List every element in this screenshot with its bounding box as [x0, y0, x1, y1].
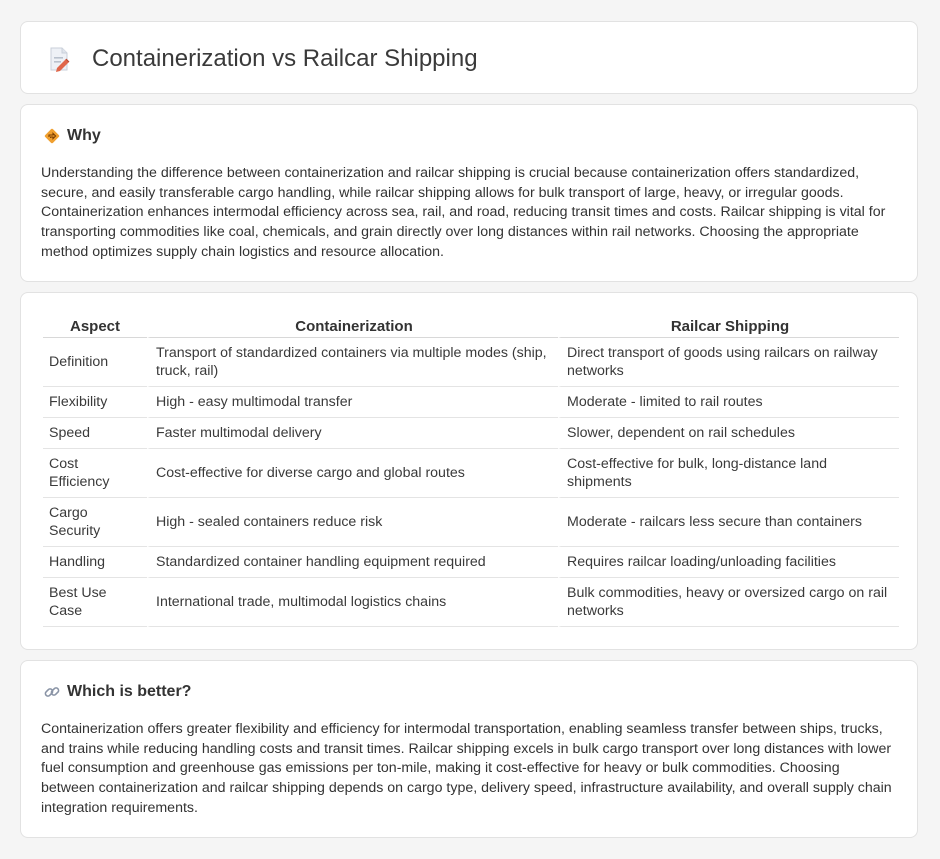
why-heading: Why	[67, 127, 101, 144]
which-is-better-heading: Which is better?	[67, 683, 192, 700]
table-row: Best Use Case International trade, multi…	[43, 578, 899, 627]
containerization-cell: Faster multimodal delivery	[147, 418, 558, 449]
railcar-cell: Direct transport of goods using railcars…	[558, 338, 899, 387]
which-is-better-section: Which is better? Containerization offers…	[20, 660, 918, 838]
railcar-cell: Slower, dependent on rail schedules	[558, 418, 899, 449]
containerization-cell: Standardized container handling equipmen…	[147, 547, 558, 578]
why-section: Why Understanding the difference between…	[20, 104, 918, 282]
table-row: Cost Efficiency Cost-effective for diver…	[43, 449, 899, 498]
aspect-cell: Handling	[43, 547, 147, 578]
table-row: Definition Transport of standardized con…	[43, 338, 899, 387]
link-icon	[43, 683, 61, 701]
containerization-cell: High - sealed containers reduce risk	[147, 498, 558, 547]
comparison-table: Aspect Containerization Railcar Shipping…	[43, 315, 899, 627]
aspect-cell: Speed	[43, 418, 147, 449]
which-is-better-text: Containerization offers greater flexibil…	[41, 721, 892, 816]
railcar-cell: Moderate - limited to rail routes	[558, 387, 899, 418]
containerization-cell: Cost-effective for diverse cargo and glo…	[147, 449, 558, 498]
header-railcar-shipping: Railcar Shipping	[558, 315, 899, 338]
aspect-cell: Cost Efficiency	[43, 449, 147, 498]
why-text: Understanding the difference between con…	[41, 165, 886, 260]
page-title: Containerization vs Railcar Shipping	[92, 45, 478, 72]
header-containerization: Containerization	[147, 315, 558, 338]
railcar-cell: Moderate - railcars less secure than con…	[558, 498, 899, 547]
comparison-section: Aspect Containerization Railcar Shipping…	[20, 292, 918, 650]
containerization-cell: Transport of standardized containers via…	[147, 338, 558, 387]
table-row: Speed Faster multimodal delivery Slower,…	[43, 418, 899, 449]
aspect-cell: Flexibility	[43, 387, 147, 418]
railcar-cell: Requires railcar loading/unloading facil…	[558, 547, 899, 578]
title-card: Containerization vs Railcar Shipping	[20, 21, 918, 94]
railcar-cell: Cost-effective for bulk, long-distance l…	[558, 449, 899, 498]
table-header-row: Aspect Containerization Railcar Shipping	[43, 315, 899, 338]
table-row: Handling Standardized container handling…	[43, 547, 899, 578]
aspect-cell: Best Use Case	[43, 578, 147, 627]
table-row: Flexibility High - easy multimodal trans…	[43, 387, 899, 418]
document-pencil-icon	[47, 46, 71, 72]
containerization-cell: International trade, multimodal logistic…	[147, 578, 558, 627]
diamond-direction-icon	[43, 127, 61, 145]
railcar-cell: Bulk commodities, heavy or oversized car…	[558, 578, 899, 627]
table-row: Cargo Security High - sealed containers …	[43, 498, 899, 547]
containerization-cell: High - easy multimodal transfer	[147, 387, 558, 418]
aspect-cell: Cargo Security	[43, 498, 147, 547]
header-aspect: Aspect	[43, 315, 147, 338]
aspect-cell: Definition	[43, 338, 147, 387]
